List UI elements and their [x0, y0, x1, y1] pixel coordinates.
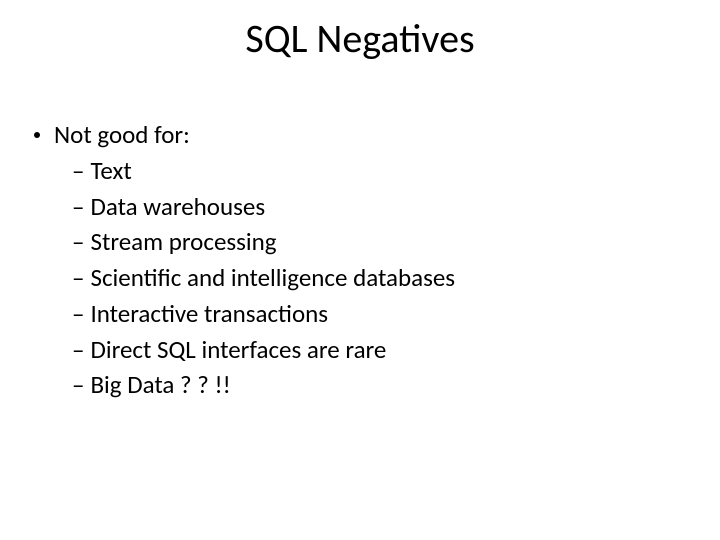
bullet-text: Scientific and intelligence databases — [90, 261, 455, 295]
list-item: – Interactive transactions — [72, 297, 686, 331]
dash-icon: – — [72, 333, 84, 367]
bullet-text: Stream processing — [90, 225, 276, 259]
dash-icon: – — [72, 261, 84, 295]
bullet-text: Not good for: — [54, 118, 190, 152]
bullet-icon — [34, 132, 40, 138]
list-item: – Big Data ? ? !! — [72, 368, 686, 402]
bullet-text: Direct SQL interfaces are rare — [90, 333, 386, 367]
dash-icon: – — [72, 225, 84, 259]
slide: SQL Negatives Not good for: – Text – Dat… — [0, 0, 720, 540]
dash-icon: – — [72, 368, 84, 402]
list-item: – Data warehouses — [72, 190, 686, 224]
bullet-text: Interactive transactions — [90, 297, 328, 331]
dash-icon: – — [72, 190, 84, 224]
list-item: – Scientific and intelligence databases — [72, 261, 686, 295]
list-item: – Direct SQL interfaces are rare — [72, 333, 686, 367]
dash-icon: – — [72, 297, 84, 331]
dash-icon: – — [72, 154, 84, 188]
list-item: Not good for: — [34, 118, 686, 152]
list-item: – Text — [72, 154, 686, 188]
bullet-text: Text — [90, 154, 131, 188]
list-item: – Stream processing — [72, 225, 686, 259]
slide-title: SQL Negatives — [0, 14, 720, 63]
bullet-text: Big Data ? ? !! — [90, 368, 230, 402]
bullet-text: Data warehouses — [90, 190, 265, 224]
slide-body: Not good for: – Text – Data warehouses –… — [34, 118, 686, 404]
